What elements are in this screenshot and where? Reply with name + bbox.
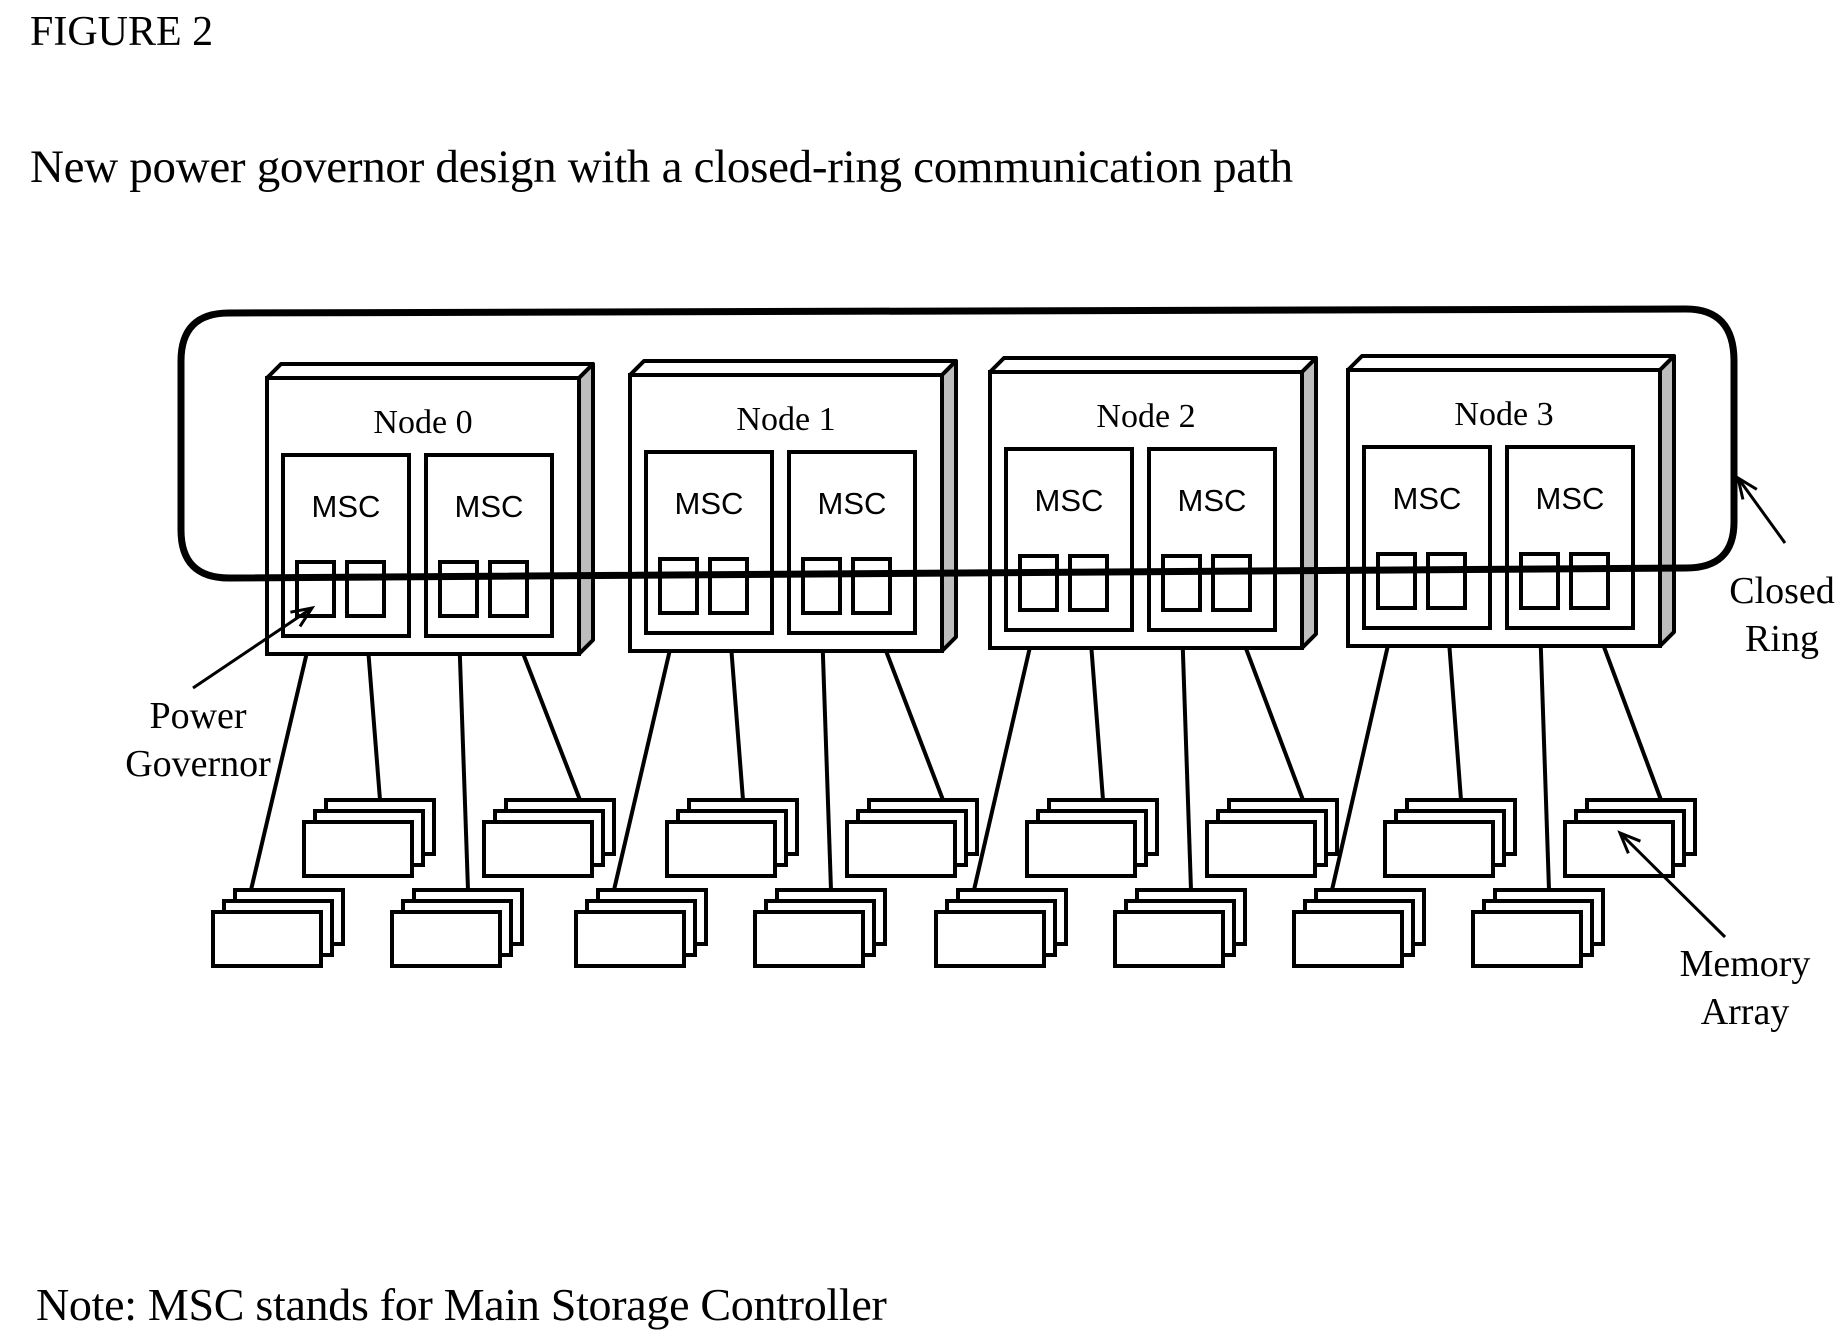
msc-controller: MSC xyxy=(787,450,917,635)
node-top-face xyxy=(265,362,595,380)
memory-array xyxy=(482,798,616,878)
memory-array-callout-line: Memory xyxy=(1680,943,1811,985)
msc-label: MSC xyxy=(455,489,524,524)
msc-controller: MSC xyxy=(644,450,774,635)
memory-array xyxy=(1025,798,1159,878)
node-2: Node 2 MSC MSC xyxy=(988,356,1318,650)
memory-array xyxy=(934,888,1068,968)
msc-label: MSC xyxy=(312,489,381,524)
msc-label: MSC xyxy=(1178,483,1247,518)
memory-array-front xyxy=(665,820,777,878)
node-top-face xyxy=(988,356,1318,374)
memory-array-front xyxy=(1025,820,1137,878)
msc-controller: MSC xyxy=(1147,447,1277,632)
memory-connection-line xyxy=(1537,607,1551,891)
node-side-face xyxy=(1658,354,1676,648)
node-top-face xyxy=(628,359,958,377)
memory-array-front xyxy=(845,820,957,878)
closed-ring-diagram: Node 0MSC MSCNode 1MSC MSCNode 2MSC MSCNode… xyxy=(125,305,1835,1033)
memory-array-front xyxy=(390,910,502,968)
node-top-face xyxy=(1346,354,1676,372)
msc-controller: MSC xyxy=(1004,447,1134,632)
memory-array xyxy=(211,888,345,968)
memory-array xyxy=(302,798,436,878)
memory-array xyxy=(1383,798,1517,878)
memory-array xyxy=(845,798,979,878)
msc-label: MSC xyxy=(1393,481,1462,516)
node-side-face xyxy=(1300,356,1318,650)
memory-array-callout: Memory Array xyxy=(1680,943,1811,1033)
node-label: Node 0 xyxy=(373,404,472,441)
closed-ring-arrow xyxy=(1735,474,1787,544)
memory-array xyxy=(390,888,524,968)
node-0: Node 0 MSC MSC xyxy=(265,362,595,656)
memory-arrays xyxy=(211,798,1697,968)
memory-array-front xyxy=(1292,910,1404,968)
node-1: Node 1 MSC MSC xyxy=(628,359,958,653)
memory-array xyxy=(1205,798,1339,878)
memory-array xyxy=(753,888,887,968)
memory-array-front xyxy=(302,820,414,878)
memory-array xyxy=(1113,888,1247,968)
memory-array xyxy=(665,798,799,878)
callout-arrow-line xyxy=(1736,477,1787,544)
closed-ring-callout-line: Ring xyxy=(1745,618,1819,660)
node-label: Node 3 xyxy=(1454,396,1553,433)
memory-array xyxy=(1471,888,1605,968)
memory-array-front xyxy=(1113,910,1225,968)
closed-ring-callout-line: Closed xyxy=(1729,570,1835,612)
memory-array-front xyxy=(482,820,594,878)
node-3: Node 3 MSC MSC xyxy=(1346,354,1676,648)
memory-connection-line xyxy=(819,612,833,891)
power-governor-callout: Power Governor xyxy=(125,695,271,785)
msc-controller: MSC xyxy=(1505,445,1635,630)
memory-array-front xyxy=(934,910,1046,968)
msc-label: MSC xyxy=(818,486,887,521)
power-governor-callout-line: Power xyxy=(149,695,246,737)
memory-connection-line xyxy=(456,615,470,891)
memory-array-front xyxy=(574,910,686,968)
memory-array xyxy=(574,888,708,968)
memory-array-front xyxy=(1205,820,1317,878)
msc-label: MSC xyxy=(675,486,744,521)
memory-array-front xyxy=(1383,820,1495,878)
node-label: Node 2 xyxy=(1096,398,1195,435)
memory-array-front xyxy=(753,910,865,968)
node-label: Node 1 xyxy=(736,401,835,438)
node-side-face xyxy=(940,359,958,653)
memory-array-callout-line: Array xyxy=(1701,991,1790,1033)
msc-controller: MSC xyxy=(1362,445,1492,630)
memory-array-front xyxy=(1471,910,1583,968)
node-side-face xyxy=(577,362,595,656)
memory-array-front xyxy=(211,910,323,968)
nodes: Node 0MSC MSCNode 1MSC MSCNode 2MSC MSCNode… xyxy=(265,354,1676,656)
msc-label: MSC xyxy=(1035,483,1104,518)
memory-array xyxy=(1292,888,1426,968)
memory-connection-line xyxy=(1179,609,1193,891)
msc-controller: MSC xyxy=(424,453,554,638)
msc-label: MSC xyxy=(1536,481,1605,516)
closed-ring-callout: Closed Ring xyxy=(1729,570,1835,660)
power-governor-callout-line: Governor xyxy=(125,743,271,785)
figure-note: Note: MSC stands for Main Storage Contro… xyxy=(36,1279,887,1330)
